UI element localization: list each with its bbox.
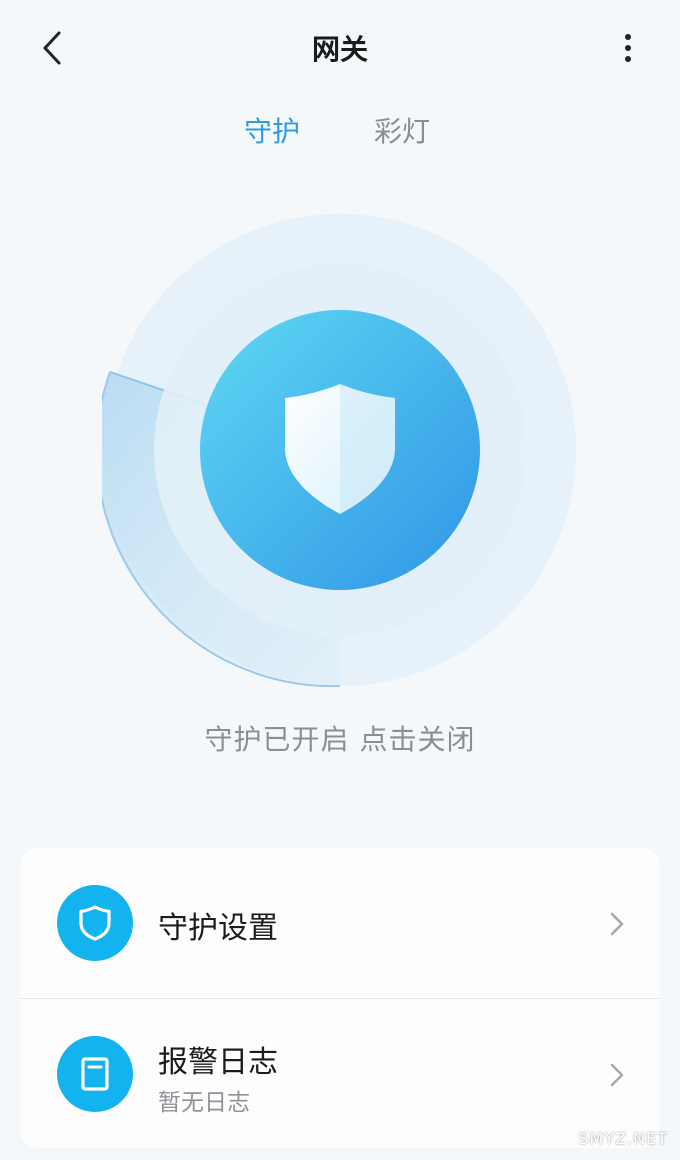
guard-settings-label: 守护设置 [158, 911, 278, 946]
alarm-log-label: 报警日志 [158, 1045, 278, 1080]
tab-guard[interactable]: 守护 [244, 110, 300, 150]
log-book-icon [81, 1057, 109, 1091]
more-vertical-icon [625, 34, 631, 62]
alarm-log-icon-badge [57, 1036, 133, 1112]
watermark: SMYZ.NET [578, 1129, 668, 1148]
chevron-right-icon [610, 1063, 624, 1087]
more-button[interactable] [608, 26, 648, 70]
tab-lights[interactable]: 彩灯 [374, 110, 430, 150]
header: 网关 [0, 0, 680, 96]
chevron-right-icon [610, 912, 624, 936]
menu-card: 守护设置 报警日志 暂无日志 [20, 848, 660, 1148]
guard-settings-icon-badge [57, 885, 133, 961]
guard-settings-row[interactable]: 守护设置 [20, 848, 660, 998]
alarm-log-subtitle: 暂无日志 [158, 1090, 250, 1116]
alarm-log-row[interactable]: 报警日志 暂无日志 [20, 999, 660, 1148]
tab-bar: 守护 彩灯 [0, 106, 680, 156]
guard-status-text[interactable]: 守护已开启 点击关闭 [0, 718, 680, 758]
guard-ring-graphic [95, 214, 576, 688]
guard-toggle[interactable] [95, 212, 578, 688]
page-title: 网关 [311, 33, 368, 66]
shield-outline-icon [79, 905, 111, 941]
